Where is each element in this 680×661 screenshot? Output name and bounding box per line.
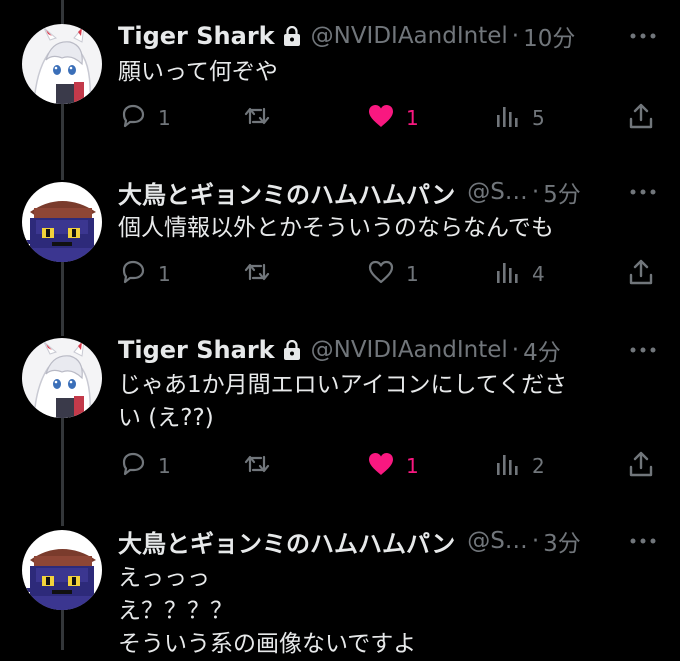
display-name[interactable]: 大鳥とギョンミのハムハムパン [118,524,455,559]
tweet[interactable]: 大鳥とギョンミのハムハムパン @S… · 3分 えっっっ え？？？？ そういう系… [0,0,680,657]
tweet-header: 大鳥とギョンミのハムハムパン @S… · 3分 [118,523,660,559]
tweet-text: えっっっ え？？？？ そういう系の画像ないですよ [118,565,417,657]
avatar[interactable] [22,530,102,610]
handle[interactable]: @S… [467,528,528,554]
separator-dot: · [531,528,540,554]
timestamp[interactable]: 3分 [543,524,581,558]
more-options-icon[interactable] [628,533,658,549]
cat-eyed-character-avatar [22,530,102,610]
